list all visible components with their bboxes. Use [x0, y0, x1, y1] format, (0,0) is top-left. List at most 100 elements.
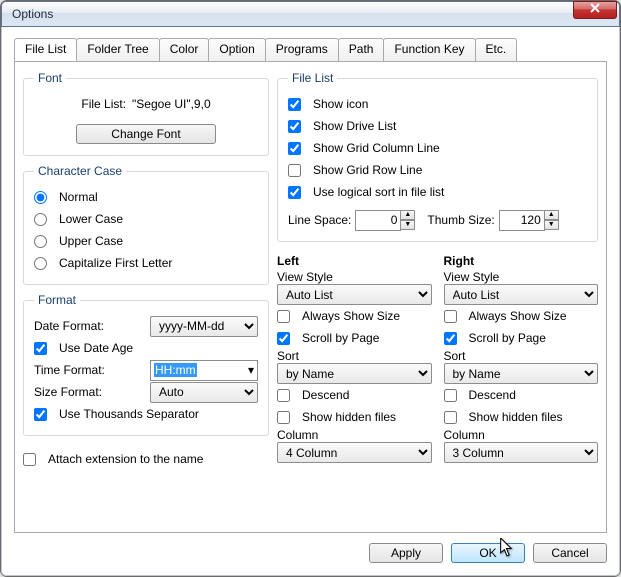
left-view-style-select[interactable]: Auto List [277, 284, 432, 305]
left-view-style-label: View Style [277, 270, 432, 284]
right-scroll-page-label: Scroll by Page [469, 331, 546, 345]
right-sort-label: Sort [444, 349, 599, 363]
radio-normal[interactable] [34, 191, 47, 204]
apply-button[interactable]: Apply [369, 543, 443, 563]
right-column-select[interactable]: 3 Column [444, 442, 599, 463]
right-descend-check[interactable] [444, 389, 457, 402]
right-always-size-label: Always Show Size [469, 309, 567, 323]
attach-ext-label: Attach extension to the name [48, 452, 203, 466]
close-button[interactable] [573, 1, 617, 19]
radio-capitalize[interactable] [34, 257, 47, 270]
left-scroll-page-label: Scroll by Page [302, 331, 379, 345]
left-hidden-label: Show hidden files [302, 410, 396, 424]
tab-option[interactable]: Option [208, 38, 265, 61]
window-title: Options [12, 7, 53, 21]
file-list-legend: File List [288, 71, 337, 85]
right-hidden-label: Show hidden files [469, 410, 563, 424]
show-grid-col-check[interactable] [288, 142, 301, 155]
left-pane-group: Left View Style Auto List Always Show Si… [277, 250, 432, 463]
time-format-label: Time Format: [34, 363, 105, 377]
thumb-size-label: Thumb Size: [427, 213, 494, 227]
button-bar: Apply OK Cancel [14, 533, 607, 563]
left-always-size-label: Always Show Size [302, 309, 400, 323]
radio-upper[interactable] [34, 235, 47, 248]
show-drive-check[interactable] [288, 120, 301, 133]
tab-path[interactable]: Path [338, 38, 385, 61]
spin-down-icon[interactable]: ▼ [400, 220, 415, 230]
font-label: File List: [81, 97, 126, 111]
cancel-button[interactable]: Cancel [533, 543, 607, 563]
right-scroll-page-check[interactable] [444, 332, 457, 345]
tab-programs[interactable]: Programs [265, 38, 339, 61]
char-case-group: Character Case Normal Lower Case Upper C… [23, 164, 269, 285]
char-case-legend: Character Case [34, 164, 126, 178]
line-space-input[interactable] [355, 210, 401, 231]
left-column: Font File List: "Segoe UI",9,0 Change Fo… [23, 71, 269, 524]
show-icon-check[interactable] [288, 98, 301, 111]
use-thousands-check[interactable] [34, 408, 47, 421]
spin-down-icon[interactable]: ▼ [544, 220, 559, 230]
time-format-select[interactable]: HH:mm ▾ [150, 360, 258, 381]
radio-normal-label: Normal [59, 190, 98, 204]
file-list-group: File List Show icon Show Drive List Show… [277, 71, 598, 242]
right-view-style-select[interactable]: Auto List [444, 284, 599, 305]
spin-up-icon[interactable]: ▲ [400, 210, 415, 220]
radio-capitalize-label: Capitalize First Letter [59, 256, 172, 270]
right-pane-group: Right View Style Auto List Always Show S… [444, 250, 599, 463]
dialog-body: File List Folder Tree Color Option Progr… [1, 27, 620, 576]
font-legend: Font [34, 71, 66, 85]
size-format-label: Size Format: [34, 385, 102, 399]
right-sort-select[interactable]: by Name [444, 363, 599, 384]
left-descend-check[interactable] [277, 389, 290, 402]
show-grid-row-label: Show Grid Row Line [313, 163, 422, 177]
right-column-label: Column [444, 428, 599, 442]
radio-lower[interactable] [34, 213, 47, 226]
left-pane-title: Left [277, 254, 432, 268]
attach-ext-check[interactable] [23, 453, 36, 466]
right-always-size-check[interactable] [444, 310, 457, 323]
format-group: Format Date Format: yyyy-MM-dd Use Date … [23, 293, 269, 436]
radio-lower-label: Lower Case [59, 212, 123, 226]
right-view-style-label: View Style [444, 270, 599, 284]
chevron-down-icon: ▾ [248, 363, 254, 377]
titlebar: Options [1, 1, 620, 27]
logical-sort-check[interactable] [288, 186, 301, 199]
size-format-select[interactable]: Auto [150, 382, 258, 403]
left-sort-label: Sort [277, 349, 432, 363]
tab-folder-tree[interactable]: Folder Tree [76, 38, 159, 61]
time-format-value: HH:mm [154, 363, 197, 377]
format-legend: Format [34, 293, 80, 307]
tab-panel: Font File List: "Segoe UI",9,0 Change Fo… [14, 61, 607, 533]
left-scroll-page-check[interactable] [277, 332, 290, 345]
left-column-label: Column [277, 428, 432, 442]
ok-button[interactable]: OK [451, 543, 525, 563]
options-dialog: Options File List Folder Tree Color Opti… [0, 0, 621, 577]
show-grid-row-check[interactable] [288, 164, 301, 177]
right-pane-title: Right [444, 254, 599, 268]
tab-file-list[interactable]: File List [14, 38, 77, 61]
use-date-age-label: Use Date Age [59, 341, 133, 355]
left-column-select[interactable]: 4 Column [277, 442, 432, 463]
change-font-button[interactable]: Change Font [76, 124, 216, 144]
tab-function-key[interactable]: Function Key [383, 38, 475, 61]
spin-up-icon[interactable]: ▲ [544, 210, 559, 220]
show-grid-col-label: Show Grid Column Line [313, 141, 440, 155]
date-format-label: Date Format: [34, 319, 104, 333]
tab-etc[interactable]: Etc. [475, 38, 518, 61]
date-format-select[interactable]: yyyy-MM-dd [150, 316, 258, 337]
line-space-label: Line Space: [288, 213, 351, 227]
thumb-size-spinner[interactable]: ▲▼ [499, 210, 559, 231]
thumb-size-input[interactable] [499, 210, 545, 231]
right-hidden-check[interactable] [444, 411, 457, 424]
right-column: File List Show icon Show Drive List Show… [277, 71, 598, 524]
right-descend-label: Descend [469, 388, 516, 402]
show-icon-label: Show icon [313, 97, 368, 111]
tab-color[interactable]: Color [159, 38, 210, 61]
left-always-size-check[interactable] [277, 310, 290, 323]
left-hidden-check[interactable] [277, 411, 290, 424]
left-sort-select[interactable]: by Name [277, 363, 432, 384]
pane-settings: Left View Style Auto List Always Show Si… [277, 250, 598, 463]
use-date-age-check[interactable] [34, 342, 47, 355]
logical-sort-label: Use logical sort in file list [313, 185, 444, 199]
line-space-spinner[interactable]: ▲▼ [355, 210, 415, 231]
